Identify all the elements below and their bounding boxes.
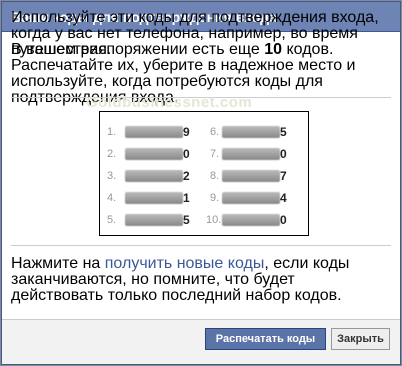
codes-box: 1. 9 2. 0 3. 2 4. 1 5. 5 6. 5 7. 0 8. 7 … <box>99 111 309 236</box>
dialog-footer: Распечатать коды Закрыть <box>2 319 400 364</box>
remaining-count: 10 <box>264 41 283 58</box>
code-redaction <box>125 126 183 138</box>
code-redaction <box>125 148 183 160</box>
code-redaction <box>222 148 280 160</box>
close-button[interactable]: Закрыть <box>331 328 390 350</box>
code-redaction <box>222 214 280 226</box>
footer-prefix: Нажмите на <box>11 255 105 272</box>
dialog-frame: Ваши коды для подтверждения входа Исполь… <box>0 0 402 366</box>
code-number: 1. <box>107 126 117 138</box>
code-number: 2. <box>107 148 117 160</box>
code-last-digit: 0 <box>280 147 287 161</box>
code-redaction <box>125 192 183 204</box>
print-codes-button[interactable]: Распечатать коды <box>205 328 326 350</box>
code-redaction <box>125 214 183 226</box>
dialog: Ваши коды для подтверждения входа Исполь… <box>1 1 401 365</box>
code-last-digit: 0 <box>183 147 190 161</box>
code-number: 5. <box>107 214 117 226</box>
divider <box>11 245 391 246</box>
code-redaction <box>222 126 280 138</box>
code-last-digit: 2 <box>183 169 190 183</box>
code-number: 7. <box>210 148 220 160</box>
footer-text: Нажмите на получить новые коды, если код… <box>11 256 388 304</box>
code-last-digit: 7 <box>280 169 287 183</box>
code-number: 8. <box>210 170 220 182</box>
code-number: 4. <box>107 192 117 204</box>
code-number: 10. <box>206 214 222 226</box>
code-last-digit: 5 <box>280 125 287 139</box>
code-redaction <box>222 192 280 204</box>
remaining-prefix: В вашем распоряжении есть еще <box>11 41 265 58</box>
code-last-digit: 1 <box>183 191 190 205</box>
code-last-digit: 0 <box>280 213 287 227</box>
code-number: 9. <box>210 192 220 204</box>
code-number: 6. <box>210 126 220 138</box>
code-last-digit: 4 <box>280 191 287 205</box>
code-redaction <box>222 170 280 182</box>
watermark: Goldbusinessnet.com <box>86 94 253 111</box>
get-new-codes-link[interactable]: получить новые коды <box>105 255 265 272</box>
code-number: 3. <box>107 170 117 182</box>
code-redaction <box>125 170 183 182</box>
code-last-digit: 5 <box>183 213 190 227</box>
code-last-digit: 9 <box>183 125 190 139</box>
